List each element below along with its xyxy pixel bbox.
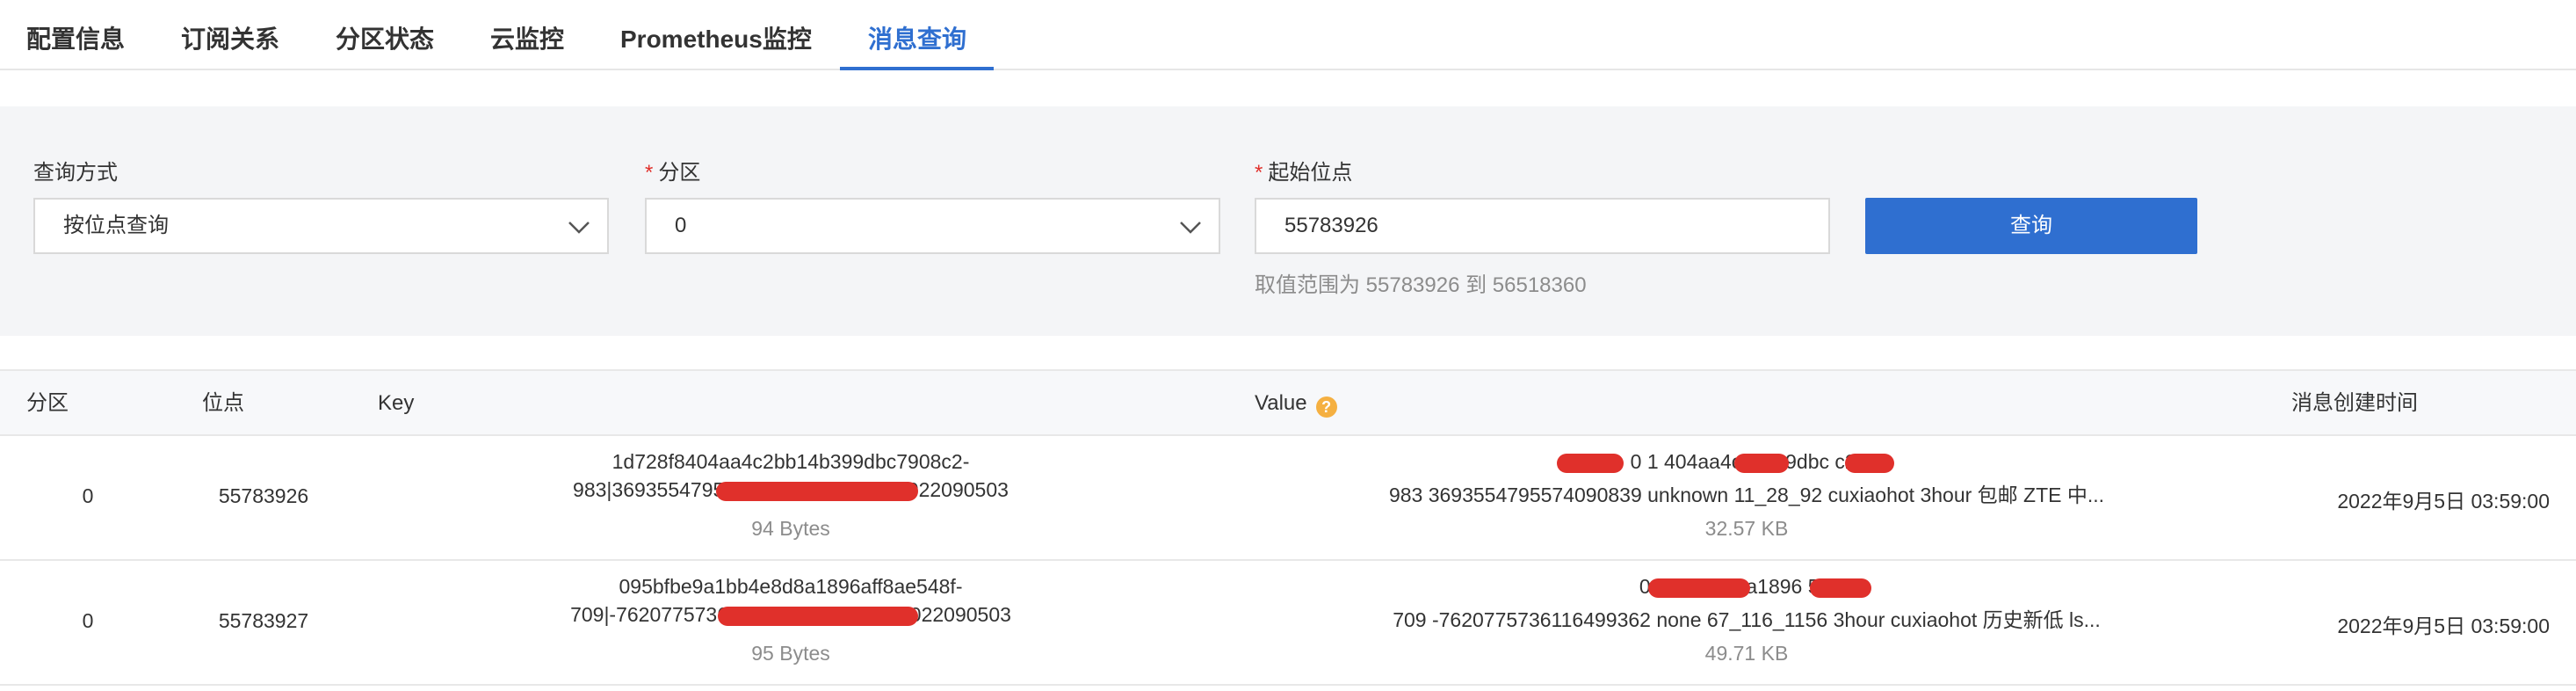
row-key-line1: 095bfbe9a1bb4e8d8a1896aff8ae548f- <box>619 575 963 598</box>
table-row: 0 55783926 1d728f8404aa4c2bb14b399dbc790… <box>0 436 2576 561</box>
query-method-label: 查询方式 <box>33 161 118 185</box>
redaction-mark <box>1845 454 1894 473</box>
row-offset: 55783927 <box>218 609 309 632</box>
required-mark: * <box>1255 161 1263 185</box>
start-offset-label-text: 起始位点 <box>1268 161 1353 185</box>
query-method-select[interactable]: 按位点查询 <box>33 198 609 254</box>
row-partition: 0 <box>82 484 94 507</box>
redaction-mark <box>1648 578 1750 598</box>
row-key-line1: 1d728f8404aa4c2bb14b399dbc7908c2- <box>611 450 970 473</box>
table-row: 0 55783927 095bfbe9a1bb4e8d8a1896aff8ae5… <box>0 561 2576 686</box>
required-mark: * <box>645 161 654 185</box>
redaction-mark <box>1734 454 1789 473</box>
row-value-line2: 983 3693554795574090839 unknown 11_28_92… <box>1388 484 2105 506</box>
row-value-line2: 709 -7620775736116499362 none 67_116_115… <box>1393 608 2101 631</box>
row-created-time: 2022年9月5日 03:59:00 <box>2337 490 2550 513</box>
offset-range-hint: 取值范围为 55783926 到 56518360 <box>1255 273 1587 297</box>
partition-label: * 分区 <box>645 155 700 185</box>
partition-label-text: 分区 <box>658 161 701 185</box>
row-key-size: 95 Bytes <box>751 642 830 665</box>
start-offset-input[interactable]: 55783926 <box>1255 198 1830 254</box>
column-created-time: 消息创建时间 <box>2291 391 2418 415</box>
table-header: 分区 位点 Key Value? 消息创建时间 <box>0 369 2576 436</box>
row-key-size: 94 Bytes <box>751 517 830 540</box>
redaction-mark <box>1557 454 1624 473</box>
help-icon[interactable]: ? <box>1315 396 1337 418</box>
tab-message-query[interactable]: 消息查询 <box>868 0 966 70</box>
tab-prometheus-monitor[interactable]: Prometheus监控 <box>620 0 812 70</box>
query-panel: 查询方式 按位点查询 * 分区 0 * 起始位点 55783926 取值范围为 55… <box>0 106 2576 336</box>
partition-select[interactable]: 0 <box>645 198 1220 254</box>
tab-bar: 配置信息 订阅关系 分区状态 云监控 Prometheus监控 消息查询 <box>0 0 2576 70</box>
redaction-mark <box>716 482 918 501</box>
column-value: Value? <box>1255 371 1337 436</box>
column-key: Key <box>378 391 415 415</box>
chevron-down-icon <box>568 222 590 234</box>
row-value-size: 32.57 KB <box>1704 517 1789 540</box>
row-partition: 0 <box>82 609 94 632</box>
tab-subscriptions[interactable]: 订阅关系 <box>181 0 279 70</box>
tab-partition-status[interactable]: 分区状态 <box>336 0 434 70</box>
column-offset: 位点 <box>202 391 244 415</box>
partition-value: 0 <box>675 214 687 237</box>
column-partition: 分区 <box>26 391 69 415</box>
query-method-value: 按位点查询 <box>63 214 169 237</box>
chevron-down-icon <box>1180 222 1201 234</box>
start-offset-label: * 起始位点 <box>1255 155 1352 185</box>
tab-cloud-monitor[interactable]: 云监控 <box>490 0 564 70</box>
query-button[interactable]: 查询 <box>1865 198 2197 254</box>
column-value-text: Value <box>1255 391 1307 415</box>
redaction-mark <box>1810 578 1871 598</box>
row-value-size: 49.71 KB <box>1704 642 1789 665</box>
redaction-mark <box>718 607 918 626</box>
tab-config-info[interactable]: 配置信息 <box>26 0 125 70</box>
row-created-time: 2022年9月5日 03:59:00 <box>2337 615 2550 637</box>
row-offset: 55783926 <box>218 484 309 507</box>
active-tab-indicator <box>840 67 994 70</box>
